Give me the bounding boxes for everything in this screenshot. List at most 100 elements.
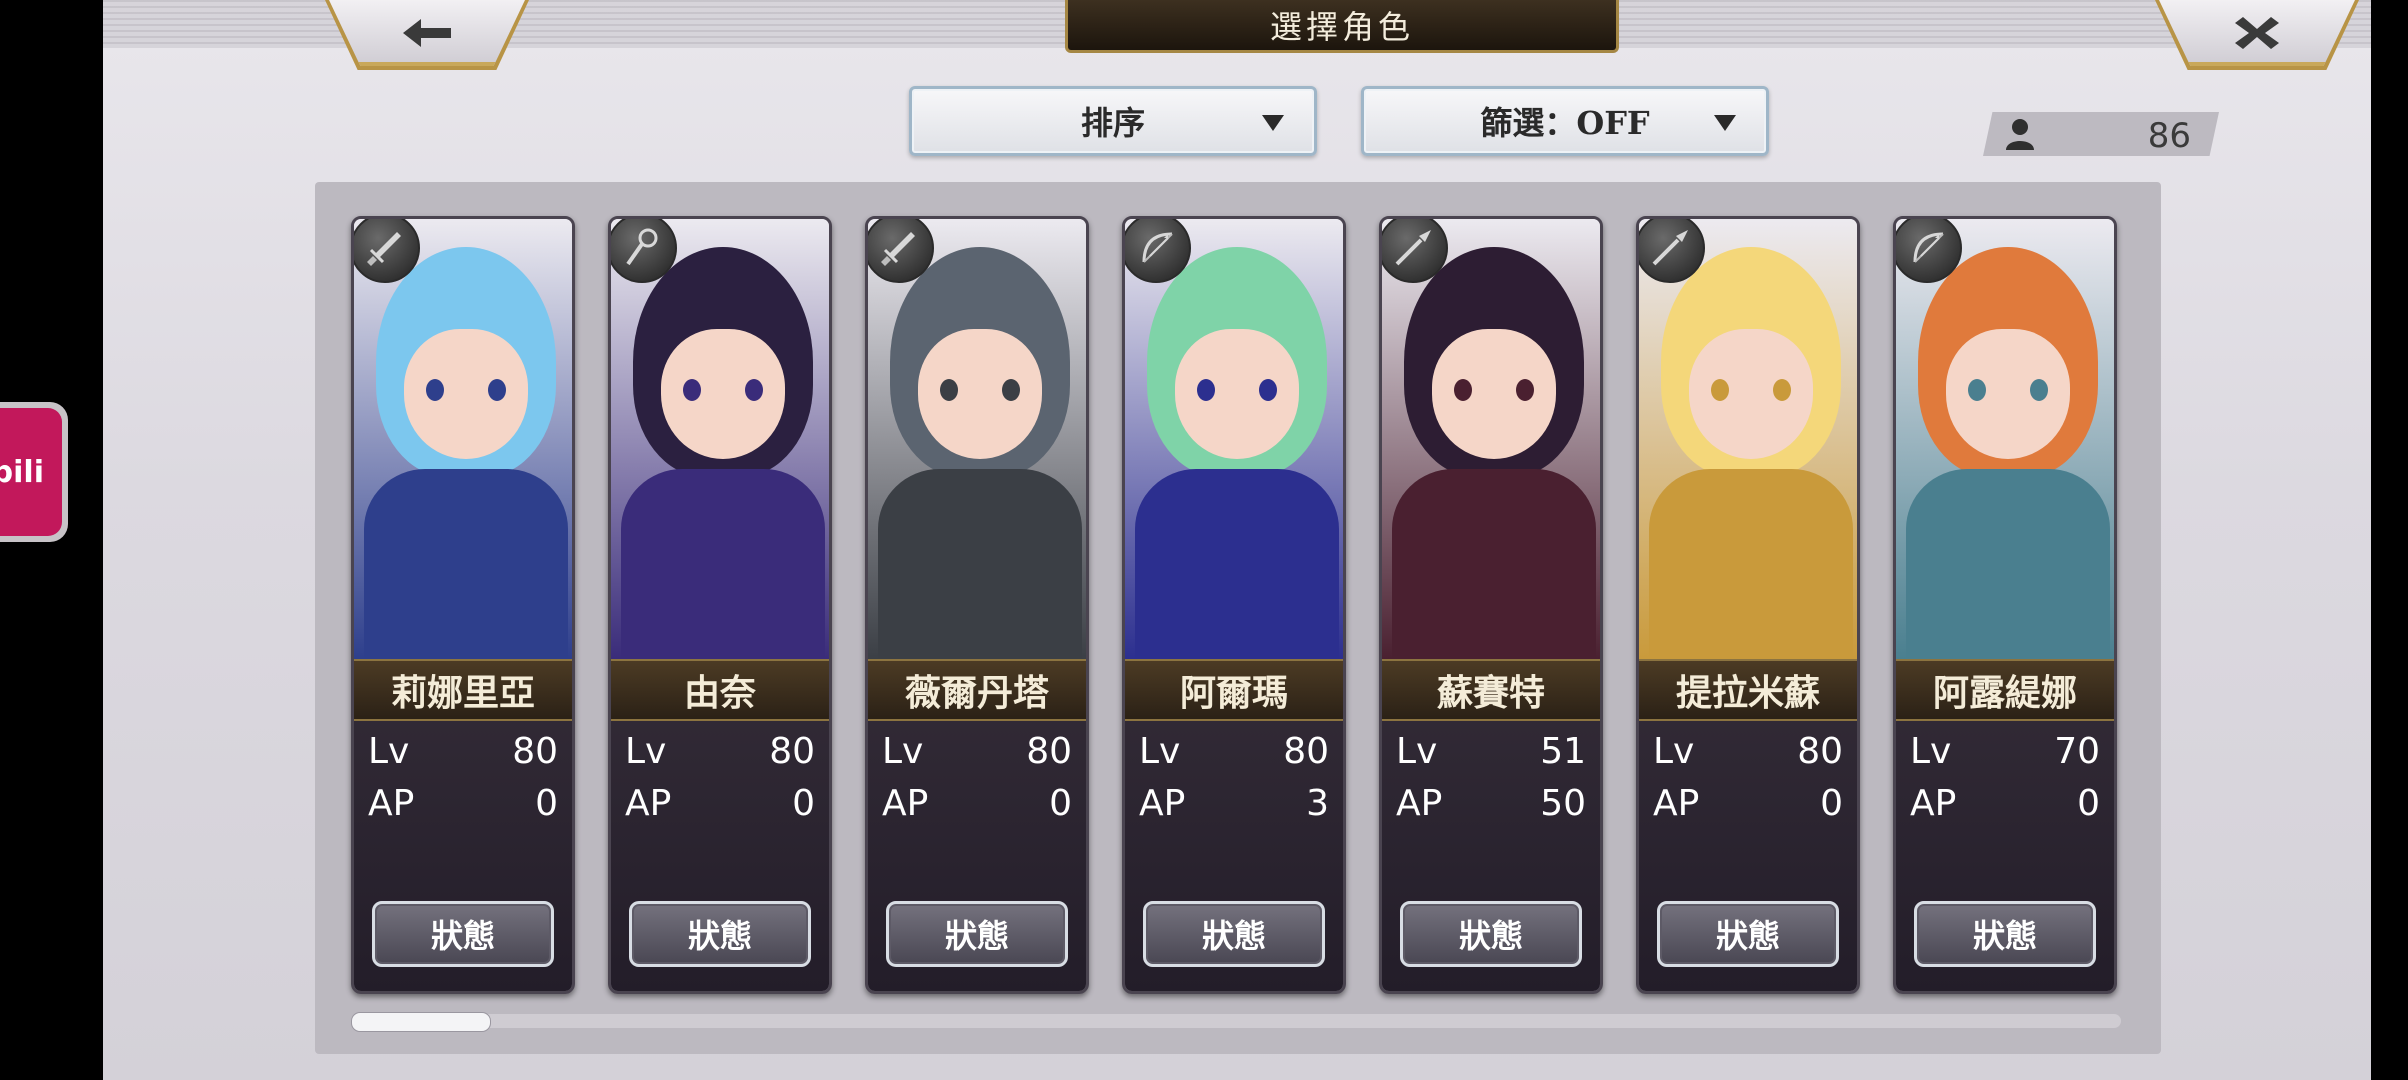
chevron-down-icon	[1262, 115, 1284, 131]
bilibili-float-button[interactable]: bili	[0, 402, 68, 542]
ap-label: AP	[1139, 782, 1186, 824]
sort-dropdown[interactable]: 排序	[909, 86, 1317, 156]
scrollbar-thumb[interactable]	[351, 1012, 491, 1032]
portrait-body	[1649, 469, 1853, 669]
portrait-face	[1175, 329, 1299, 459]
portrait-eye	[488, 379, 506, 401]
back-button[interactable]	[329, 0, 525, 66]
level-value: 51	[1540, 730, 1586, 772]
status-button[interactable]: 狀態	[1143, 901, 1325, 967]
level-value: 80	[769, 730, 815, 772]
roster-scrollbar[interactable]	[351, 1012, 2121, 1032]
ap-row: AP 0	[882, 781, 1072, 825]
level-label: Lv	[1910, 730, 1952, 772]
character-portrait	[354, 219, 572, 669]
character-name: 由奈	[611, 659, 829, 721]
page-title: 選擇角色	[1065, 0, 1619, 53]
arrow-left-icon	[403, 19, 451, 47]
character-card[interactable]: 阿露緹娜 Lv 70 AP 0 狀態	[1893, 216, 2117, 994]
level-row: Lv 80	[1139, 729, 1329, 773]
ap-value: 0	[792, 782, 815, 824]
character-portrait	[1639, 219, 1857, 669]
character-card[interactable]: 莉娜里亞 Lv 80 AP 0 狀態	[351, 216, 575, 994]
ap-label: AP	[882, 782, 929, 824]
portrait-eye	[2030, 379, 2048, 401]
portrait-eye	[1002, 379, 1020, 401]
ap-row: AP 0	[368, 781, 558, 825]
portrait-body	[621, 469, 825, 669]
portrait-eye	[940, 379, 958, 401]
character-card[interactable]: 薇爾丹塔 Lv 80 AP 0 狀態	[865, 216, 1089, 994]
game-screen: 選擇角色 排序 篩選：OFF 86 莉娜里亞 Lv 80 AP 0 狀態 由奈 …	[103, 0, 2371, 1080]
portrait-eye	[683, 379, 701, 401]
ap-row: AP 0	[1910, 781, 2100, 825]
portrait-face	[661, 329, 785, 459]
level-value: 80	[1283, 730, 1329, 772]
character-name: 阿露緹娜	[1896, 659, 2114, 721]
status-button[interactable]: 狀態	[886, 901, 1068, 967]
filter-label: 篩選：OFF	[1480, 104, 1650, 142]
ap-value: 0	[2077, 782, 2100, 824]
status-button[interactable]: 狀態	[1400, 901, 1582, 967]
sort-label: 排序	[1080, 104, 1145, 142]
ap-value: 50	[1540, 782, 1586, 824]
ap-value: 3	[1306, 782, 1329, 824]
portrait-face	[1689, 329, 1813, 459]
portrait-body	[1906, 469, 2110, 669]
ap-row: AP 3	[1139, 781, 1329, 825]
portrait-body	[1392, 469, 1596, 669]
level-label: Lv	[1653, 730, 1695, 772]
ap-label: AP	[1396, 782, 1443, 824]
ap-label: AP	[368, 782, 415, 824]
level-row: Lv 51	[1396, 729, 1586, 773]
portrait-eye	[1773, 379, 1791, 401]
portrait-eye	[1968, 379, 1986, 401]
status-button[interactable]: 狀態	[372, 901, 554, 967]
character-card[interactable]: 蘇賽特 Lv 51 AP 50 狀態	[1379, 216, 1603, 994]
character-card[interactable]: 提拉米蘇 Lv 80 AP 0 狀態	[1636, 216, 1860, 994]
level-label: Lv	[1139, 730, 1181, 772]
ap-label: AP	[1653, 782, 1700, 824]
portrait-eye	[1197, 379, 1215, 401]
portrait-face	[918, 329, 1042, 459]
character-card[interactable]: 阿爾瑪 Lv 80 AP 3 狀態	[1122, 216, 1346, 994]
level-value: 70	[2054, 730, 2100, 772]
portrait-body	[878, 469, 1082, 669]
status-button[interactable]: 狀態	[1657, 901, 1839, 967]
close-x-icon	[2235, 17, 2279, 49]
character-portrait	[1125, 219, 1343, 669]
ap-value: 0	[1820, 782, 1843, 824]
ap-row: AP 0	[1653, 781, 1843, 825]
character-name: 阿爾瑪	[1125, 659, 1343, 721]
ap-row: AP 0	[625, 781, 815, 825]
ap-value: 0	[1049, 782, 1072, 824]
ap-label: AP	[1910, 782, 1957, 824]
portrait-body	[364, 469, 568, 669]
character-portrait	[611, 219, 829, 669]
character-card[interactable]: 由奈 Lv 80 AP 0 狀態	[608, 216, 832, 994]
portrait-face	[404, 329, 528, 459]
character-name: 莉娜里亞	[354, 659, 572, 721]
portrait-eye	[1454, 379, 1472, 401]
character-name: 提拉米蘇	[1639, 659, 1857, 721]
level-row: Lv 70	[1910, 729, 2100, 773]
roster-count-badge: 86	[1983, 112, 2219, 156]
portrait-face	[1946, 329, 2070, 459]
chevron-down-icon	[1714, 115, 1736, 131]
filter-dropdown[interactable]: 篩選：OFF	[1361, 86, 1769, 156]
character-portrait	[1382, 219, 1600, 669]
character-name: 薇爾丹塔	[868, 659, 1086, 721]
bilibili-logo: bili	[0, 408, 62, 536]
level-row: Lv 80	[1653, 729, 1843, 773]
level-row: Lv 80	[625, 729, 815, 773]
portrait-body	[1135, 469, 1339, 669]
character-portrait	[868, 219, 1086, 669]
close-button[interactable]	[2159, 0, 2355, 66]
character-roster[interactable]: 莉娜里亞 Lv 80 AP 0 狀態 由奈 Lv 80 AP 0 狀態 薇爾丹塔…	[315, 182, 2161, 1054]
character-name: 蘇賽特	[1382, 659, 1600, 721]
status-button[interactable]: 狀態	[1914, 901, 2096, 967]
status-button[interactable]: 狀態	[629, 901, 811, 967]
level-row: Lv 80	[882, 729, 1072, 773]
person-icon	[2006, 119, 2034, 150]
level-label: Lv	[625, 730, 667, 772]
